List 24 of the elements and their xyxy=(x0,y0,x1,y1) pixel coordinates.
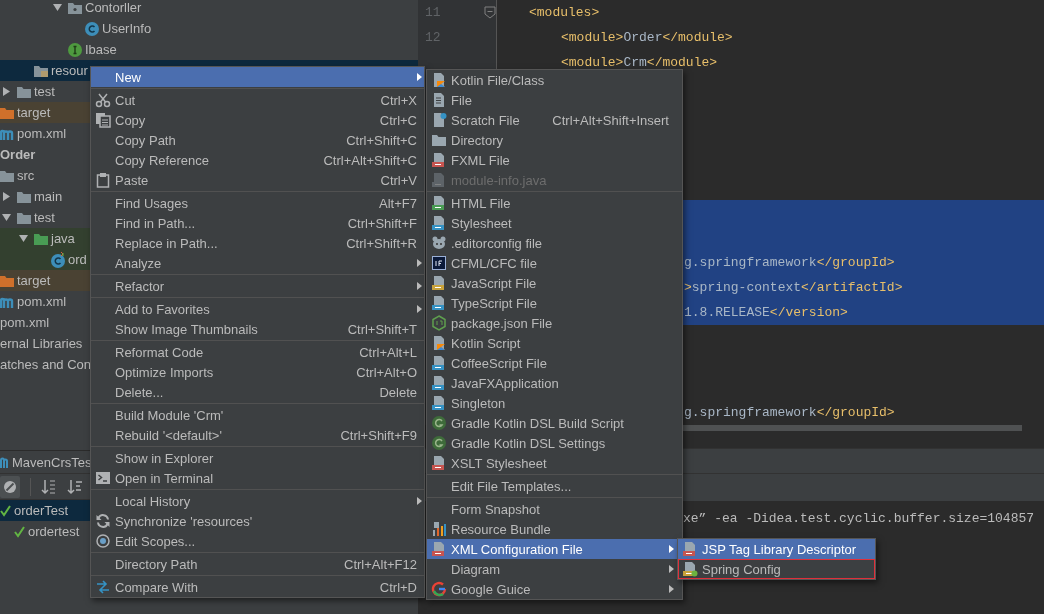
shortcut-label: Delete xyxy=(378,384,417,400)
shortcut-label: Ctrl+Shift+T xyxy=(346,321,417,337)
shortcut-label: Ctrl+V xyxy=(379,172,417,188)
shortcut-label: Ctrl+Alt+Shift+C xyxy=(322,152,417,168)
shortcut-label: Ctrl+Alt+O xyxy=(355,364,417,380)
shortcut-label: Ctrl+Shift+C xyxy=(345,132,417,148)
code-line: 1.8.RELEASE</version> xyxy=(684,305,848,320)
code-line: g.springframework</groupId> xyxy=(684,255,895,270)
code-line: g.springframework</groupId> xyxy=(684,405,895,420)
shortcut-label: Ctrl+D xyxy=(378,579,417,595)
shortcut-label: Ctrl+X xyxy=(379,92,417,108)
console-line: xe” -ea -Didea.test.cyclic.buffer.size=104857 xyxy=(683,509,1036,527)
shortcut-label: Ctrl+Shift+F xyxy=(346,215,417,231)
shortcut-label: Ctrl+C xyxy=(378,112,417,128)
code-line: <module>Order</module> xyxy=(561,30,733,45)
shortcut-label: Ctrl+Shift+F9 xyxy=(339,427,417,443)
code-line: >spring-context</artifactId> xyxy=(684,280,903,295)
shortcut-label: Ctrl+Shift+R xyxy=(345,235,417,251)
shortcut-label: Ctrl+Alt+F12 xyxy=(343,556,417,572)
code-line: <module>Crm</module> xyxy=(561,55,718,70)
shortcut-label: Ctrl+Alt+Shift+Insert xyxy=(551,112,669,128)
shortcut-label: Ctrl+Alt+L xyxy=(358,344,417,360)
code-line: <modules> xyxy=(529,5,600,20)
shortcut-label: Alt+F7 xyxy=(378,195,417,211)
